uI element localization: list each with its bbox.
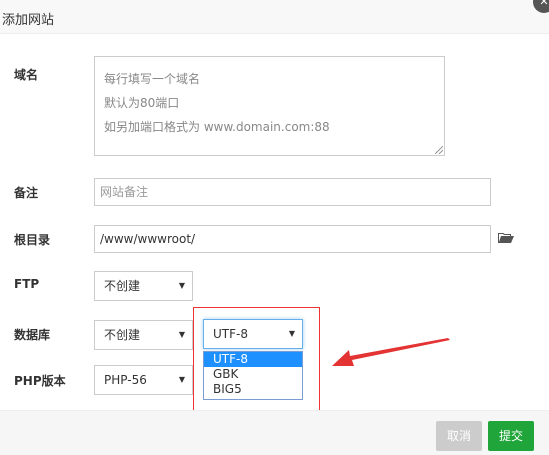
ftp-select[interactable]: 不创建 ▼: [94, 271, 193, 301]
database-select-value: 不创建: [104, 328, 141, 342]
charset-select-value: UTF-8: [213, 327, 248, 341]
charset-option-utf8[interactable]: UTF-8: [204, 352, 302, 367]
resize-grip-icon[interactable]: [435, 146, 443, 154]
caret-down-icon: ▼: [288, 329, 295, 338]
annotation-arrow-icon: [332, 338, 450, 366]
domain-placeholder-line-2: 默认为80端口: [104, 96, 180, 110]
charset-option-gbk[interactable]: GBK: [204, 367, 302, 382]
dialog-title: 添加网站: [2, 13, 55, 28]
folder-icon[interactable]: [498, 232, 514, 244]
submit-button[interactable]: 提交: [488, 421, 534, 451]
domain-label: 域名: [14, 68, 39, 82]
note-label: 备注: [14, 186, 39, 200]
database-label: 数据库: [14, 328, 51, 342]
root-dir-input[interactable]: /www/wwwroot/: [94, 225, 491, 253]
caret-down-icon: ▼: [178, 330, 185, 339]
charset-select[interactable]: UTF-8 ▼: [203, 319, 303, 349]
ftp-select-value: 不创建: [104, 279, 141, 293]
php-version-select[interactable]: PHP-56 ▼: [94, 365, 193, 395]
php-version-select-value: PHP-56: [104, 373, 147, 387]
php-version-label: PHP版本: [14, 374, 66, 388]
ftp-label: FTP: [14, 277, 40, 291]
domain-placeholder-line-1: 每行填写一个域名: [104, 72, 201, 86]
root-dir-label: 根目录: [14, 233, 51, 247]
domain-placeholder-line-3: 如另加端口格式为 www.domain.com:88: [104, 120, 330, 134]
charset-dropdown: UTF-8 GBK BIG5: [203, 351, 303, 400]
domain-textarea[interactable]: 每行填写一个域名 默认为80端口 如另加端口格式为 www.domain.com…: [94, 56, 445, 156]
database-select[interactable]: 不创建 ▼: [94, 320, 193, 350]
cancel-button[interactable]: 取消: [436, 421, 482, 451]
caret-down-icon: ▼: [178, 281, 185, 290]
dialog-titlebar: 添加网站: [0, 0, 549, 34]
charset-option-big5[interactable]: BIG5: [204, 382, 302, 397]
caret-down-icon: ▼: [178, 375, 185, 384]
note-input[interactable]: 网站备注: [94, 178, 491, 206]
